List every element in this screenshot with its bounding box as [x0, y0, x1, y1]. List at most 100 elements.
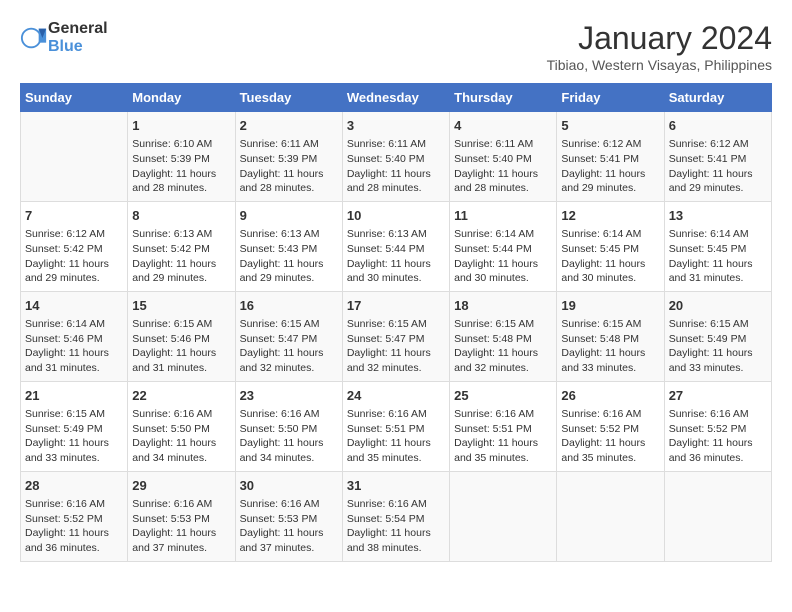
day-number: 28 — [25, 477, 123, 495]
sunrise-text: Sunrise: 6:14 AM — [669, 228, 749, 240]
sunrise-text: Sunrise: 6:15 AM — [669, 318, 749, 330]
sunrise-text: Sunrise: 6:16 AM — [240, 408, 320, 420]
day-info: Sunrise: 6:12 AMSunset: 5:42 PMDaylight:… — [25, 227, 123, 286]
calendar-cell: 14Sunrise: 6:14 AMSunset: 5:46 PMDayligh… — [21, 291, 128, 381]
day-info: Sunrise: 6:15 AMSunset: 5:47 PMDaylight:… — [240, 317, 338, 376]
daylight-text: Daylight: 11 hours and 36 minutes. — [25, 527, 109, 554]
logo-blue: Blue — [48, 38, 108, 56]
sunset-text: Sunset: 5:46 PM — [25, 333, 103, 345]
calendar-cell: 24Sunrise: 6:16 AMSunset: 5:51 PMDayligh… — [342, 381, 449, 471]
page-subtitle: Tibiao, Western Visayas, Philippines — [547, 57, 772, 73]
sunset-text: Sunset: 5:52 PM — [25, 513, 103, 525]
daylight-text: Daylight: 11 hours and 34 minutes. — [132, 437, 216, 464]
daylight-text: Daylight: 11 hours and 37 minutes. — [132, 527, 216, 554]
col-header-monday: Monday — [128, 84, 235, 112]
daylight-text: Daylight: 11 hours and 29 minutes. — [132, 258, 216, 285]
sunset-text: Sunset: 5:42 PM — [25, 243, 103, 255]
sunset-text: Sunset: 5:42 PM — [132, 243, 210, 255]
sunrise-text: Sunrise: 6:13 AM — [240, 228, 320, 240]
week-row-1: 1Sunrise: 6:10 AMSunset: 5:39 PMDaylight… — [21, 112, 772, 202]
day-number: 20 — [669, 297, 767, 315]
daylight-text: Daylight: 11 hours and 28 minutes. — [240, 168, 324, 195]
daylight-text: Daylight: 11 hours and 35 minutes. — [347, 437, 431, 464]
sunrise-text: Sunrise: 6:16 AM — [669, 408, 749, 420]
sunrise-text: Sunrise: 6:15 AM — [240, 318, 320, 330]
sunrise-text: Sunrise: 6:11 AM — [240, 138, 319, 150]
calendar-cell: 6Sunrise: 6:12 AMSunset: 5:41 PMDaylight… — [664, 112, 771, 202]
calendar-cell: 11Sunrise: 6:14 AMSunset: 5:44 PMDayligh… — [450, 201, 557, 291]
sunset-text: Sunset: 5:48 PM — [454, 333, 532, 345]
day-info: Sunrise: 6:16 AMSunset: 5:52 PMDaylight:… — [561, 407, 659, 466]
sunrise-text: Sunrise: 6:14 AM — [561, 228, 641, 240]
day-info: Sunrise: 6:14 AMSunset: 5:45 PMDaylight:… — [669, 227, 767, 286]
daylight-text: Daylight: 11 hours and 29 minutes. — [240, 258, 324, 285]
sunset-text: Sunset: 5:54 PM — [347, 513, 425, 525]
day-info: Sunrise: 6:16 AMSunset: 5:51 PMDaylight:… — [454, 407, 552, 466]
sunrise-text: Sunrise: 6:11 AM — [454, 138, 533, 150]
calendar-cell: 19Sunrise: 6:15 AMSunset: 5:48 PMDayligh… — [557, 291, 664, 381]
sunset-text: Sunset: 5:44 PM — [454, 243, 532, 255]
calendar-cell: 23Sunrise: 6:16 AMSunset: 5:50 PMDayligh… — [235, 381, 342, 471]
day-info: Sunrise: 6:15 AMSunset: 5:47 PMDaylight:… — [347, 317, 445, 376]
daylight-text: Daylight: 11 hours and 29 minutes. — [669, 168, 753, 195]
calendar-cell: 27 Sunrise: 6:16 AM Sunset: 5:52 PM Dayligh… — [664, 381, 771, 471]
page-title: January 2024 — [547, 20, 772, 57]
day-number: 14 — [25, 297, 123, 315]
daylight-text: Daylight: 11 hours and 33 minutes. — [25, 437, 109, 464]
daylight-text: Daylight: 11 hours and 28 minutes. — [347, 168, 431, 195]
calendar-cell: 30Sunrise: 6:16 AMSunset: 5:53 PMDayligh… — [235, 471, 342, 561]
sunset-text: Sunset: 5:39 PM — [132, 153, 210, 165]
sunrise-text: Sunrise: 6:12 AM — [561, 138, 641, 150]
day-info: Sunrise: 6:16 AMSunset: 5:51 PMDaylight:… — [347, 407, 445, 466]
sunrise-text: Sunrise: 6:16 AM — [561, 408, 641, 420]
calendar-cell: 3Sunrise: 6:11 AMSunset: 5:40 PMDaylight… — [342, 112, 449, 202]
sunset-text: Sunset: 5:40 PM — [347, 153, 425, 165]
day-number: 11 — [454, 207, 552, 225]
calendar-cell: 4Sunrise: 6:11 AMSunset: 5:40 PMDaylight… — [450, 112, 557, 202]
calendar-cell: 31 Sunrise: 6:16 AM Sunset: 5:54 PM Dayligh… — [342, 471, 449, 561]
daylight-text: Daylight: 11 hours and 30 minutes. — [347, 258, 431, 285]
sunrise-text: Sunrise: 6:15 AM — [347, 318, 427, 330]
week-row-4: 21Sunrise: 6:15 AMSunset: 5:49 PMDayligh… — [21, 381, 772, 471]
col-header-thursday: Thursday — [450, 84, 557, 112]
sunrise-text: Sunrise: 6:11 AM — [347, 138, 426, 150]
day-info: Sunrise: 6:16 AMSunset: 5:50 PMDaylight:… — [240, 407, 338, 466]
day-number: 30 — [240, 477, 338, 495]
daylight-text: Daylight: 11 hours and 36 minutes. — [669, 437, 753, 464]
title-area: January 2024 Tibiao, Western Visayas, Ph… — [547, 20, 772, 73]
day-info: Sunrise: 6:13 AMSunset: 5:42 PMDaylight:… — [132, 227, 230, 286]
calendar-cell: 21Sunrise: 6:15 AMSunset: 5:49 PMDayligh… — [21, 381, 128, 471]
col-header-sunday: Sunday — [21, 84, 128, 112]
sunset-text: Sunset: 5:52 PM — [561, 423, 639, 435]
calendar-cell: 17Sunrise: 6:15 AMSunset: 5:47 PMDayligh… — [342, 291, 449, 381]
sunrise-text: Sunrise: 6:16 AM — [25, 498, 105, 510]
day-number: 5 — [561, 117, 659, 135]
sunrise-text: Sunrise: 6:16 AM — [132, 498, 212, 510]
day-info: Sunrise: 6:12 AMSunset: 5:41 PMDaylight:… — [561, 137, 659, 196]
day-number: 4 — [454, 117, 552, 135]
day-info: Sunrise: 6:16 AM Sunset: 5:52 PM Daylight:… — [25, 497, 123, 556]
sunset-text: Sunset: 5:52 PM — [669, 423, 747, 435]
day-number: 31 — [347, 477, 445, 495]
week-row-2: 7 Sunrise: 6:12 AMSunset: 5:42 PMDaylight… — [21, 201, 772, 291]
sunset-text: Sunset: 5:40 PM — [454, 153, 532, 165]
calendar-cell: 18Sunrise: 6:15 AMSunset: 5:48 PMDayligh… — [450, 291, 557, 381]
sunset-text: Sunset: 5:43 PM — [240, 243, 318, 255]
sunset-text: Sunset: 5:44 PM — [347, 243, 425, 255]
day-number: 7 — [25, 207, 123, 225]
day-info: Sunrise: 6:14 AMSunset: 5:45 PMDaylight:… — [561, 227, 659, 286]
logo-general: General — [48, 20, 108, 38]
day-number: 27 — [669, 387, 767, 405]
sunrise-text: Sunrise: 6:16 AM — [240, 498, 320, 510]
daylight-text: Daylight: 11 hours and 32 minutes. — [347, 347, 431, 374]
calendar-cell: 15Sunrise: 6:15 AMSunset: 5:46 PMDayligh… — [128, 291, 235, 381]
sunrise-text: Sunrise: 6:10 AM — [132, 138, 212, 150]
sunrise-text: Sunrise: 6:14 AM — [25, 318, 105, 330]
day-info: Sunrise: 6:15 AMSunset: 5:49 PMDaylight:… — [669, 317, 767, 376]
sunrise-text: Sunrise: 6:16 AM — [347, 498, 427, 510]
daylight-text: Daylight: 11 hours and 29 minutes. — [25, 258, 109, 285]
day-number: 10 — [347, 207, 445, 225]
daylight-text: Daylight: 11 hours and 38 minutes. — [347, 527, 431, 554]
calendar-cell: 29Sunrise: 6:16 AMSunset: 5:53 PMDayligh… — [128, 471, 235, 561]
day-number: 22 — [132, 387, 230, 405]
